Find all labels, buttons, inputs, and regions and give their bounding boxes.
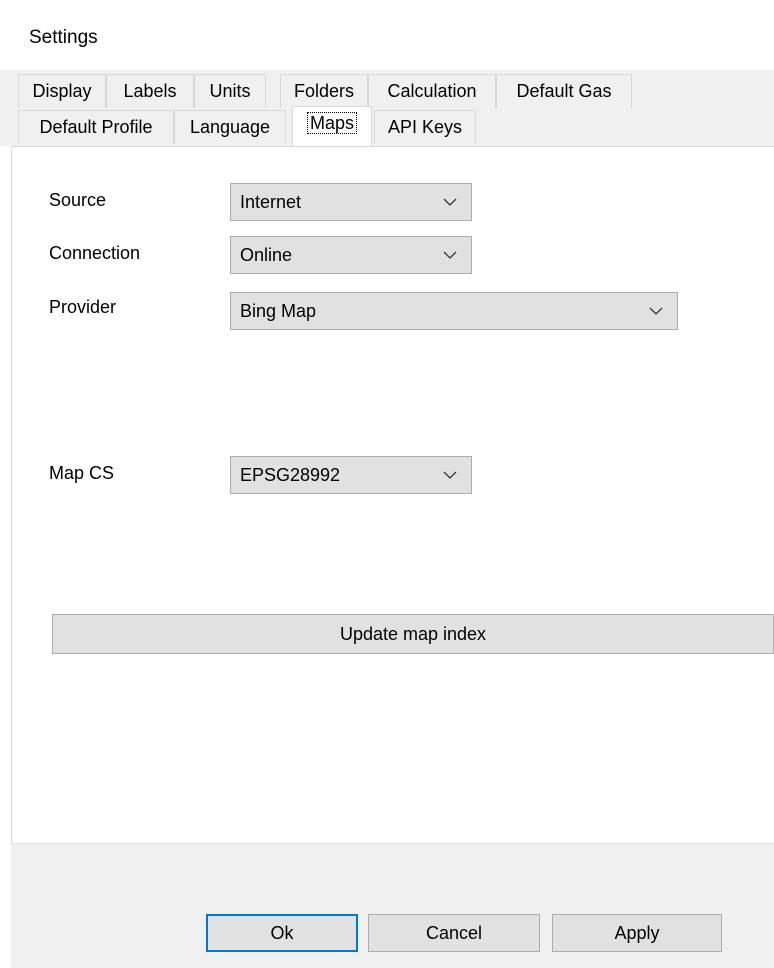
tab-labels[interactable]: Labels	[106, 74, 194, 108]
tab-maps[interactable]: Maps	[292, 106, 372, 146]
tab-label: Calculation	[387, 81, 477, 101]
chevron-down-icon	[649, 293, 663, 329]
tab-default-profile[interactable]: Default Profile	[18, 110, 174, 144]
tab-language[interactable]: Language	[174, 110, 286, 144]
chevron-down-icon	[443, 184, 457, 220]
ok-button[interactable]: Ok	[206, 914, 358, 952]
map-cs-dropdown[interactable]: EPSG28992	[230, 456, 472, 494]
settings-dialog: Settings Display Labels Units Folders Ca…	[0, 0, 774, 968]
chevron-down-icon	[443, 457, 457, 493]
provider-value: Bing Map	[240, 301, 317, 321]
window-title: Settings	[29, 27, 98, 48]
connection-dropdown[interactable]: Online	[230, 236, 472, 274]
title-bar: Settings	[0, 0, 774, 70]
tab-label: Folders	[293, 81, 355, 101]
tab-calculation[interactable]: Calculation	[368, 74, 496, 108]
tab-strip: Display Labels Units Folders Calculation…	[0, 70, 774, 146]
source-dropdown[interactable]: Internet	[230, 183, 472, 221]
cancel-button[interactable]: Cancel	[368, 914, 540, 952]
tab-label: Display	[32, 81, 92, 101]
tab-label: Language	[189, 117, 271, 137]
update-map-index-button[interactable]: Update map index	[52, 614, 774, 654]
tab-folders[interactable]: Folders	[280, 74, 368, 108]
connection-label: Connection	[49, 243, 141, 263]
tab-label: Units	[209, 81, 251, 101]
tab-label: API Keys	[387, 117, 463, 137]
tab-display[interactable]: Display	[18, 74, 106, 108]
connection-value: Online	[240, 245, 293, 265]
tab-api-keys[interactable]: API Keys	[374, 110, 476, 144]
map-cs-label: Map CS	[49, 463, 115, 483]
chevron-down-icon	[443, 237, 457, 273]
provider-dropdown[interactable]: Bing Map	[230, 292, 678, 330]
map-cs-value: EPSG28992	[240, 465, 341, 485]
tab-default-gas[interactable]: Default Gas	[496, 74, 632, 108]
tab-label: Labels	[123, 81, 177, 101]
tab-label: Maps	[306, 112, 358, 134]
tab-label: Default Profile	[39, 117, 153, 137]
tab-label: Default Gas	[516, 81, 612, 101]
source-label: Source	[49, 190, 107, 210]
provider-label: Provider	[49, 297, 117, 317]
source-value: Internet	[240, 192, 302, 212]
tab-units[interactable]: Units	[194, 74, 266, 108]
apply-button[interactable]: Apply	[552, 914, 722, 952]
